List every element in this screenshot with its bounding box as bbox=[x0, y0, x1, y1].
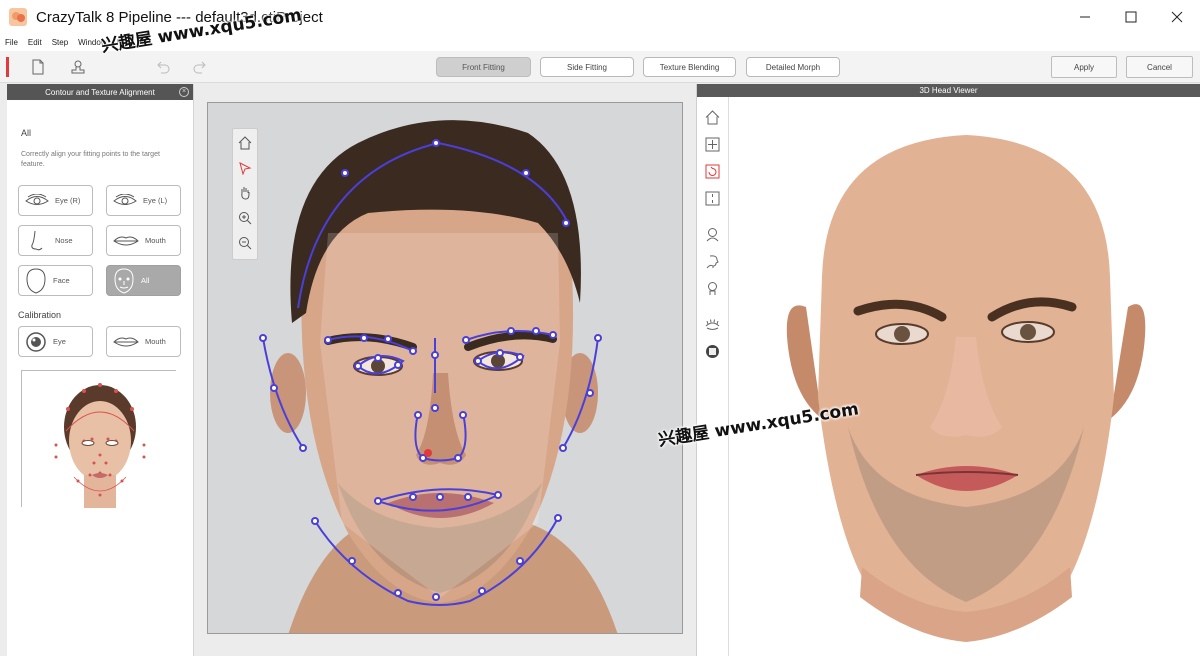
head-front-icon[interactable] bbox=[705, 227, 720, 242]
fitting-reference-preview bbox=[21, 370, 177, 508]
mouth-icon bbox=[113, 236, 139, 245]
apply-button[interactable]: Apply bbox=[1051, 56, 1117, 78]
left-panel: Contour and Texture Alignment × All Corr… bbox=[7, 84, 194, 656]
head-back-icon[interactable] bbox=[705, 281, 720, 296]
feature-label: Eye (L) bbox=[143, 196, 168, 205]
view-tools-bar bbox=[232, 128, 258, 260]
maximize-icon bbox=[1125, 11, 1137, 23]
tab-detailed-morph[interactable]: Detailed Morph bbox=[746, 57, 840, 77]
select-arrow-icon[interactable] bbox=[238, 161, 252, 175]
move-icon[interactable] bbox=[705, 137, 720, 152]
eye-icon bbox=[25, 193, 49, 205]
section-all-title: All bbox=[21, 128, 32, 138]
feature-all-button[interactable]: All bbox=[106, 265, 181, 296]
cancel-button[interactable]: Cancel bbox=[1126, 56, 1193, 78]
stamp-icon[interactable] bbox=[70, 59, 86, 75]
sphere-icon[interactable] bbox=[705, 344, 720, 359]
reference-face-image bbox=[22, 371, 177, 508]
left-panel-header: Contour and Texture Alignment × bbox=[7, 84, 193, 100]
toolbar: Front Fitting Side Fitting Texture Blend… bbox=[0, 51, 1200, 83]
tab-front-fitting[interactable]: Front Fitting bbox=[436, 57, 531, 77]
rotate-icon[interactable] bbox=[705, 164, 720, 179]
calibration-label: Mouth bbox=[145, 337, 166, 346]
zoom-in-icon[interactable] bbox=[238, 211, 252, 225]
new-file-icon[interactable] bbox=[30, 59, 46, 75]
eye-calibration-icon bbox=[26, 331, 46, 352]
redo-icon[interactable] bbox=[192, 59, 208, 75]
crazytalk-logo-icon bbox=[9, 8, 27, 26]
menu-step[interactable]: Step bbox=[47, 38, 73, 47]
menu-file[interactable]: File bbox=[0, 38, 23, 47]
feature-label: Nose bbox=[55, 236, 73, 245]
alignment-hint: Correctly align your fitting points to t… bbox=[21, 151, 160, 168]
calibration-label: Eye bbox=[53, 337, 66, 346]
feature-label: Mouth bbox=[145, 236, 166, 245]
toolbar-accent bbox=[6, 57, 9, 77]
home-icon[interactable] bbox=[705, 110, 720, 125]
mouth-icon bbox=[113, 337, 139, 346]
feature-nose-button[interactable]: Nose bbox=[18, 225, 93, 256]
face-outline-icon bbox=[26, 267, 46, 294]
tab-side-fitting[interactable]: Side Fitting bbox=[540, 57, 634, 77]
calibration-eye-button[interactable]: Eye bbox=[18, 326, 93, 357]
pan-hand-icon[interactable] bbox=[238, 186, 252, 200]
tab-texture-blending[interactable]: Texture Blending bbox=[643, 57, 736, 77]
zoom-out-icon[interactable] bbox=[238, 236, 252, 250]
eye-icon bbox=[113, 193, 137, 205]
fitting-photo-canvas bbox=[208, 103, 682, 633]
feature-label: All bbox=[141, 276, 150, 285]
feature-label: Eye (R) bbox=[55, 196, 81, 205]
head-viewer-title: 3D Head Viewer bbox=[919, 86, 978, 95]
fit-icon[interactable] bbox=[705, 191, 720, 206]
minimize-icon bbox=[1080, 16, 1090, 18]
front-fitting-workspace bbox=[194, 84, 696, 656]
home-icon[interactable] bbox=[238, 136, 252, 150]
calibration-title: Calibration bbox=[18, 310, 62, 320]
nose-icon bbox=[31, 230, 43, 250]
feature-eye-left-button[interactable]: Eye (L) bbox=[106, 185, 181, 216]
reference-photo[interactable] bbox=[207, 102, 683, 634]
head-side-icon[interactable] bbox=[705, 254, 720, 269]
3d-head-viewport[interactable] bbox=[730, 97, 1200, 656]
feature-label: Face bbox=[53, 276, 70, 285]
feature-eye-right-button[interactable]: Eye (R) bbox=[18, 185, 93, 216]
face-all-icon bbox=[114, 267, 134, 294]
calibration-mouth-button[interactable]: Mouth bbox=[106, 326, 181, 357]
panel-close-icon[interactable]: × bbox=[179, 87, 189, 97]
menu-edit[interactable]: Edit bbox=[23, 38, 47, 47]
left-panel-title: Contour and Texture Alignment bbox=[45, 87, 155, 97]
head-viewer-header: 3D Head Viewer bbox=[697, 84, 1200, 97]
maximize-button[interactable] bbox=[1108, 0, 1154, 34]
eyelash-icon[interactable] bbox=[705, 317, 720, 332]
close-icon bbox=[1171, 11, 1183, 23]
right-panel: 3D Head Viewer bbox=[696, 84, 1200, 656]
undo-icon[interactable] bbox=[155, 59, 171, 75]
3d-head-model bbox=[730, 97, 1200, 656]
close-button[interactable] bbox=[1154, 0, 1200, 34]
feature-mouth-button[interactable]: Mouth bbox=[106, 225, 181, 256]
minimize-button[interactable] bbox=[1062, 0, 1108, 34]
head-viewer-toolbar bbox=[697, 97, 729, 656]
feature-face-button[interactable]: Face bbox=[18, 265, 93, 296]
